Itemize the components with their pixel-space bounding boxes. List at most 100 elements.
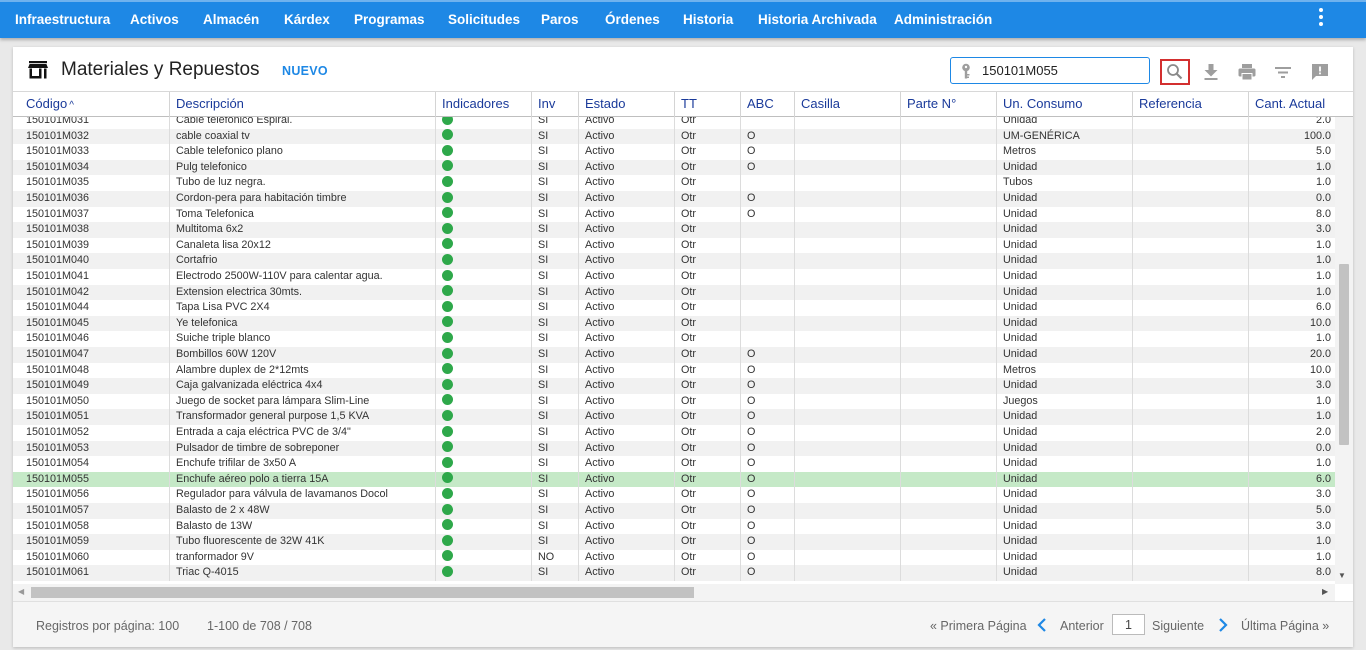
table-row[interactable]: 150101M050 Juego de socket para lámpara S…: [13, 393, 1335, 410]
chevron-right-icon[interactable]: [1218, 618, 1228, 632]
nav-item-historia-archivada[interactable]: Historia Archivada: [758, 12, 877, 27]
first-page-link[interactable]: « Primera Página: [930, 619, 1027, 633]
table-row[interactable]: 150101M052 Entrada a caja eléctrica PVC d…: [13, 425, 1335, 441]
table-row[interactable]: 150101M041 Electrodo 2500W-110V para cale…: [13, 269, 1335, 285]
previous-page-link[interactable]: Anterior: [1060, 619, 1104, 633]
nav-item-administracion[interactable]: Administración: [894, 12, 992, 27]
column-header-un-consumo[interactable]: Un. Consumo: [996, 92, 1132, 117]
table-row[interactable]: 150101M058 Balasto de 13W SI Activo Otr O Unid…: [13, 518, 1335, 535]
table-row[interactable]: 150101M047 Bombillos 60W 120V SI Activo Otr O…: [13, 347, 1335, 363]
cell-cant-actual: 1.0: [1248, 253, 1335, 269]
table-row[interactable]: 150101M037 Toma Telefonica SI Activo Otr O Uni…: [13, 206, 1335, 223]
table-row[interactable]: 150101M040 Cortafrio SI Activo Otr Unidad 1.0: [13, 253, 1335, 269]
cell-estado: Activo: [578, 456, 674, 472]
cell-codigo: 150101M033: [26, 145, 90, 158]
table-row[interactable]: 150101M054 Enchufe trifilar de 3x50 A SI Ac…: [13, 456, 1335, 472]
cell-abc: [740, 284, 795, 301]
nav-item-programas[interactable]: Programas: [354, 12, 425, 27]
nav-item-solicitudes[interactable]: Solicitudes: [448, 12, 520, 27]
cell-referencia: [1132, 128, 1248, 145]
nav-item-kardex[interactable]: Kárdex: [284, 12, 330, 27]
column-header-referencia[interactable]: Referencia: [1132, 92, 1248, 117]
column-header-indicadores[interactable]: Indicadores: [435, 92, 532, 117]
cell-parte: [900, 269, 996, 285]
cell-estado: Activo: [578, 191, 674, 207]
records-per-page[interactable]: Registros por página: 100: [36, 619, 179, 633]
nav-item-ordenes[interactable]: Órdenes: [605, 12, 660, 27]
column-header-codigo[interactable]: Código ^: [20, 92, 170, 117]
new-button[interactable]: NUEVO: [282, 64, 328, 78]
last-page-link[interactable]: Última Página »: [1241, 619, 1329, 633]
scroll-down-arrow-icon[interactable]: ▼: [1338, 571, 1346, 580]
search-field[interactable]: [950, 57, 1150, 84]
column-header-cant-actual[interactable]: Cant. Actual: [1248, 92, 1353, 117]
cell-descripcion: Toma Telefonica: [169, 206, 436, 223]
column-header-tt[interactable]: TT: [674, 92, 740, 117]
page-number-input[interactable]: [1112, 614, 1145, 635]
table-row[interactable]: 150101M036 Cordon-pera para habitación ti…: [13, 191, 1335, 207]
table-row[interactable]: 150101M034 Pulg telefonico SI Activo Otr O Uni…: [13, 159, 1335, 176]
table-row[interactable]: 150101M059 Tubo fluorescente de 32W 41K SI…: [13, 534, 1335, 550]
column-header-casilla[interactable]: Casilla: [794, 92, 900, 117]
cell-referencia: [1132, 487, 1248, 503]
table-row[interactable]: 150101M055 Enchufe aéreo polo a tierra 15…: [13, 471, 1335, 488]
table-row[interactable]: 150101M046 Suiche triple blanco SI Activo Ot…: [13, 331, 1335, 347]
table-row[interactable]: 150101M061 Triac Q-4015 SI Activo Otr O Unidad…: [13, 565, 1335, 581]
column-header-estado[interactable]: Estado: [578, 92, 674, 117]
nav-item-activos[interactable]: Activos: [130, 12, 179, 27]
table-row[interactable]: 150101M045 Ye telefonica SI Activo Otr Unidad…: [13, 315, 1335, 332]
scroll-right-arrow-icon[interactable]: ▶: [1322, 587, 1328, 596]
table-row[interactable]: 150101M033 Cable telefonico plano SI Activo…: [13, 144, 1335, 160]
table-row[interactable]: 150101M032 cable coaxial tv SI Activo Otr O UM…: [13, 128, 1335, 145]
table-row[interactable]: 150101M039 Canaleta lisa 20x12 SI Activo Otr…: [13, 237, 1335, 254]
table-row[interactable]: 150101M044 Tapa Lisa PVC 2X4 SI Activo Otr Un…: [13, 300, 1335, 316]
table-row[interactable]: 150101M053 Pulsador de timbre de sobrepon…: [13, 440, 1335, 457]
cell-parte: [900, 378, 996, 394]
nav-item-historia[interactable]: Historia: [683, 12, 733, 27]
next-page-link[interactable]: Siguiente: [1152, 619, 1204, 633]
nav-item-infraestructura[interactable]: Infraestructura: [15, 12, 110, 27]
cell-casilla: [794, 393, 900, 410]
nav-item-paros[interactable]: Paros: [541, 12, 579, 27]
table-row[interactable]: 150101M049 Caja galvanizada eléctrica 4x4…: [13, 378, 1335, 394]
status-indicator-icon: [442, 316, 453, 328]
filter-button[interactable]: [1268, 59, 1298, 85]
vertical-scrollbar[interactable]: [1335, 117, 1353, 584]
table-row[interactable]: 150101M057 Balasto de 2 x 48W SI Activo Otr O…: [13, 503, 1335, 519]
table-row[interactable]: 150101M042 Extension electrica 30mts. SI Ac…: [13, 284, 1335, 301]
column-header-descripcion[interactable]: Descripción: [169, 92, 436, 117]
column-header-parte[interactable]: Parte N°: [900, 92, 996, 117]
cell-un-consumo: Unidad: [996, 159, 1132, 176]
column-header-inv[interactable]: Inv: [531, 92, 578, 117]
cell-indicadores: [435, 565, 532, 581]
cell-un-consumo: Unidad: [996, 518, 1132, 535]
vertical-scrollbar-thumb[interactable]: [1339, 264, 1349, 445]
cell-estado: Activo: [578, 269, 674, 285]
table-row[interactable]: 150101M060 tranformador 9V NO Activo Otr O Uni…: [13, 549, 1335, 566]
table-row[interactable]: 150101M038 Multitoma 6x2 SI Activo Otr Unidad…: [13, 222, 1335, 238]
cell-cant-actual: 1.0: [1248, 549, 1335, 566]
table-row[interactable]: 150101M035 Tubo de luz negra. SI Activo Otr T…: [13, 175, 1335, 191]
cell-casilla: [794, 222, 900, 238]
table-row[interactable]: 150101M048 Alambre duplex de 2*12mts SI Act…: [13, 362, 1335, 379]
horizontal-scrollbar[interactable]: ◀ ▶: [13, 584, 1335, 601]
chevron-left-icon[interactable]: [1037, 618, 1047, 632]
feedback-button[interactable]: [1305, 59, 1335, 85]
table-row[interactable]: 150101M056 Regulador para válvula de lava…: [13, 487, 1335, 503]
cell-abc: [740, 315, 795, 332]
table-row[interactable]: 150101M031 Cable telefonico Espiral. SI Act…: [13, 117, 1335, 129]
nav-item-almacen[interactable]: Almacén: [203, 12, 259, 27]
horizontal-scrollbar-thumb[interactable]: [31, 587, 694, 598]
scroll-left-arrow-icon[interactable]: ◀: [18, 587, 24, 596]
download-icon: [1204, 64, 1218, 80]
download-button[interactable]: [1196, 59, 1226, 85]
search-input[interactable]: [982, 61, 1142, 80]
print-button[interactable]: [1232, 59, 1262, 85]
cell-un-consumo: Unidad: [996, 237, 1132, 254]
column-header-abc[interactable]: ABC: [740, 92, 795, 117]
cell-abc: O: [740, 440, 795, 457]
cell-indicadores: [435, 175, 532, 191]
search-button[interactable]: [1160, 59, 1190, 85]
more-vert-icon[interactable]: [1316, 8, 1326, 28]
table-row[interactable]: 150101M051 Transformador general purpose …: [13, 409, 1335, 425]
